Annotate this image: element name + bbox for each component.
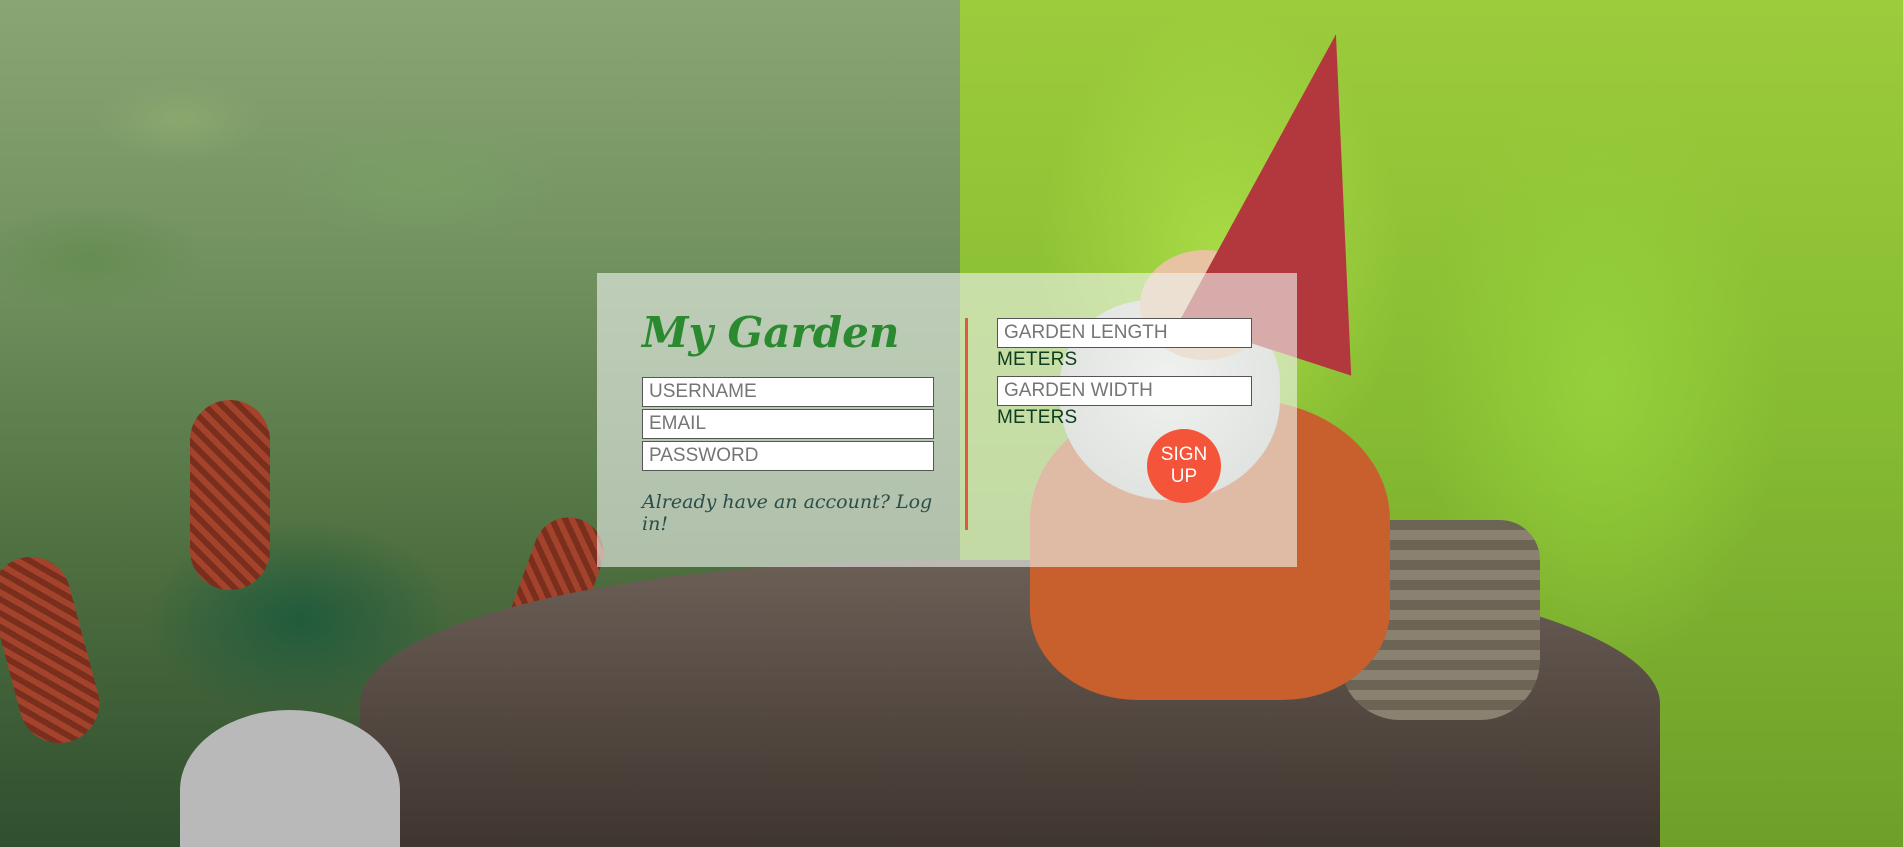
garden-width-unit: METERS bbox=[997, 407, 1078, 428]
password-input[interactable] bbox=[642, 441, 934, 471]
email-input[interactable] bbox=[642, 409, 934, 439]
garden-length-input[interactable] bbox=[997, 318, 1252, 348]
divider bbox=[965, 318, 968, 530]
garden-length-unit: METERS bbox=[997, 349, 1078, 370]
username-input[interactable] bbox=[642, 377, 934, 407]
page-title: My Garden bbox=[642, 308, 900, 357]
garden-column: METERS METERS bbox=[997, 318, 1257, 434]
login-link[interactable]: Already have an account? Log in! bbox=[642, 491, 942, 535]
cattail bbox=[190, 400, 270, 590]
signup-panel: My Garden Already have an account? Log i… bbox=[597, 273, 1297, 567]
account-column: My Garden Already have an account? Log i… bbox=[642, 307, 942, 535]
garden-width-input[interactable] bbox=[997, 376, 1252, 406]
signup-button[interactable]: SIGN UP bbox=[1147, 429, 1221, 503]
